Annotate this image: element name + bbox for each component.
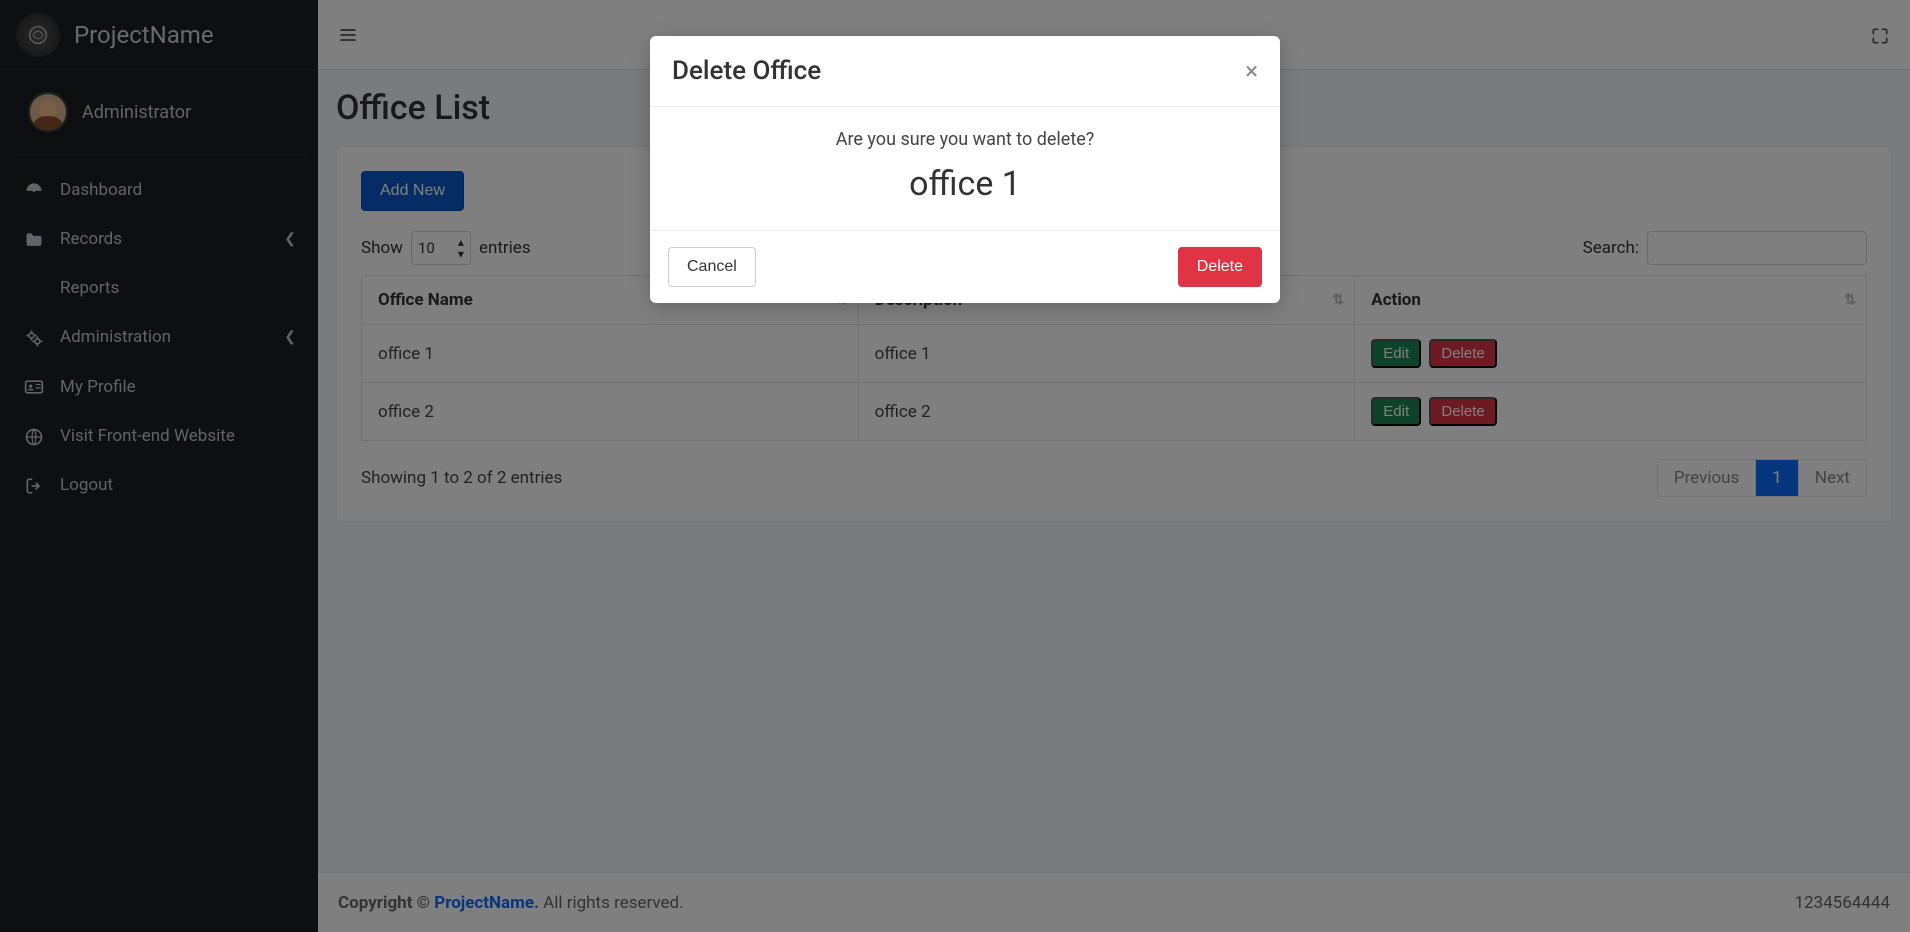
modal-body: Are you sure you want to delete? office … xyxy=(650,107,1280,230)
delete-modal: Delete Office × Are you sure you want to… xyxy=(650,36,1280,303)
modal-title: Delete Office xyxy=(672,56,821,86)
modal-header: Delete Office × xyxy=(650,36,1280,107)
modal-target-name: office 1 xyxy=(672,164,1258,204)
modal-confirm-text: Are you sure you want to delete? xyxy=(672,129,1258,150)
modal-footer: Cancel Delete xyxy=(650,230,1280,303)
cancel-button[interactable]: Cancel xyxy=(668,247,756,287)
close-icon[interactable]: × xyxy=(1245,59,1258,83)
confirm-delete-button[interactable]: Delete xyxy=(1178,247,1262,287)
